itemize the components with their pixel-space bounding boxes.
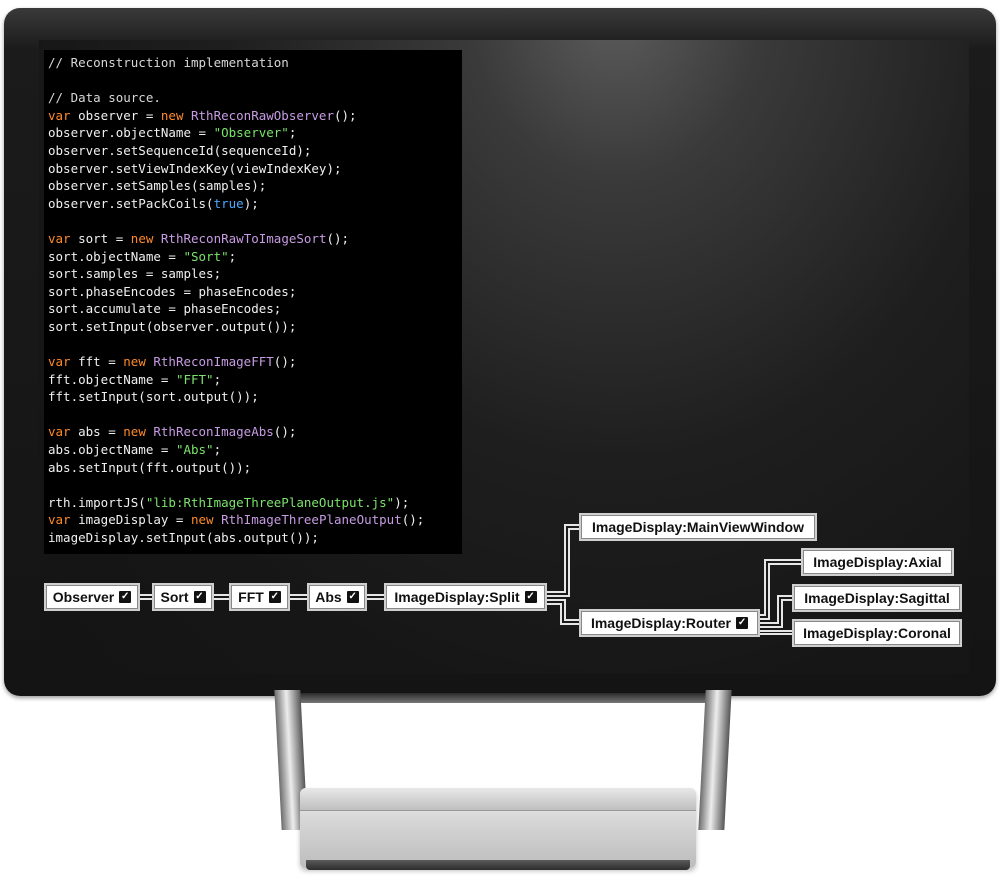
node-abs[interactable]: Abs ✓ <box>309 585 365 609</box>
checkbox-icon[interactable]: ✓ <box>268 591 281 603</box>
node-label: Sort <box>160 589 189 605</box>
node-sort[interactable]: Sort ✓ <box>154 585 212 609</box>
stand-hinge <box>290 693 720 703</box>
node-label: ImageDisplay:Coronal <box>803 625 951 641</box>
checkbox-icon[interactable]: ✓ <box>193 591 206 603</box>
node-label: ImageDisplay:MainViewWindow <box>592 519 804 535</box>
node-label: FFT <box>238 589 264 605</box>
node-label: ImageDisplay:Axial <box>813 554 942 570</box>
node-imagedisplay-axial[interactable]: ImageDisplay:Axial <box>803 550 952 574</box>
node-imagedisplay-router[interactable]: ImageDisplay:Router ✓ <box>581 611 758 635</box>
checkbox-icon[interactable]: ✓ <box>346 591 359 603</box>
node-label: Abs <box>315 589 342 605</box>
node-imagedisplay-split[interactable]: ImageDisplay:Split ✓ <box>386 585 545 609</box>
node-fft[interactable]: FFT ✓ <box>231 585 288 609</box>
node-imagedisplay-coronal[interactable]: ImageDisplay:Coronal <box>794 621 960 645</box>
checkbox-icon[interactable]: ✓ <box>524 591 537 603</box>
stand-arm-right <box>698 690 732 830</box>
node-label: ImageDisplay:Router <box>590 615 732 631</box>
node-label: Observer <box>52 589 115 605</box>
node-observer[interactable]: Observer ✓ <box>46 585 138 609</box>
node-label: ImageDisplay:Sagittal <box>804 590 950 606</box>
stand-base-top <box>300 788 696 811</box>
checkbox-icon[interactable]: ✓ <box>736 617 749 629</box>
stand-base-foot <box>306 860 690 870</box>
wire-split-mainview <box>545 524 581 593</box>
node-label: ImageDisplay:Split <box>394 589 520 605</box>
node-imagedisplay-mainviewwindow[interactable]: ImageDisplay:MainViewWindow <box>581 515 815 539</box>
node-imagedisplay-sagittal[interactable]: ImageDisplay:Sagittal <box>794 586 960 610</box>
checkbox-icon[interactable]: ✓ <box>119 591 132 603</box>
